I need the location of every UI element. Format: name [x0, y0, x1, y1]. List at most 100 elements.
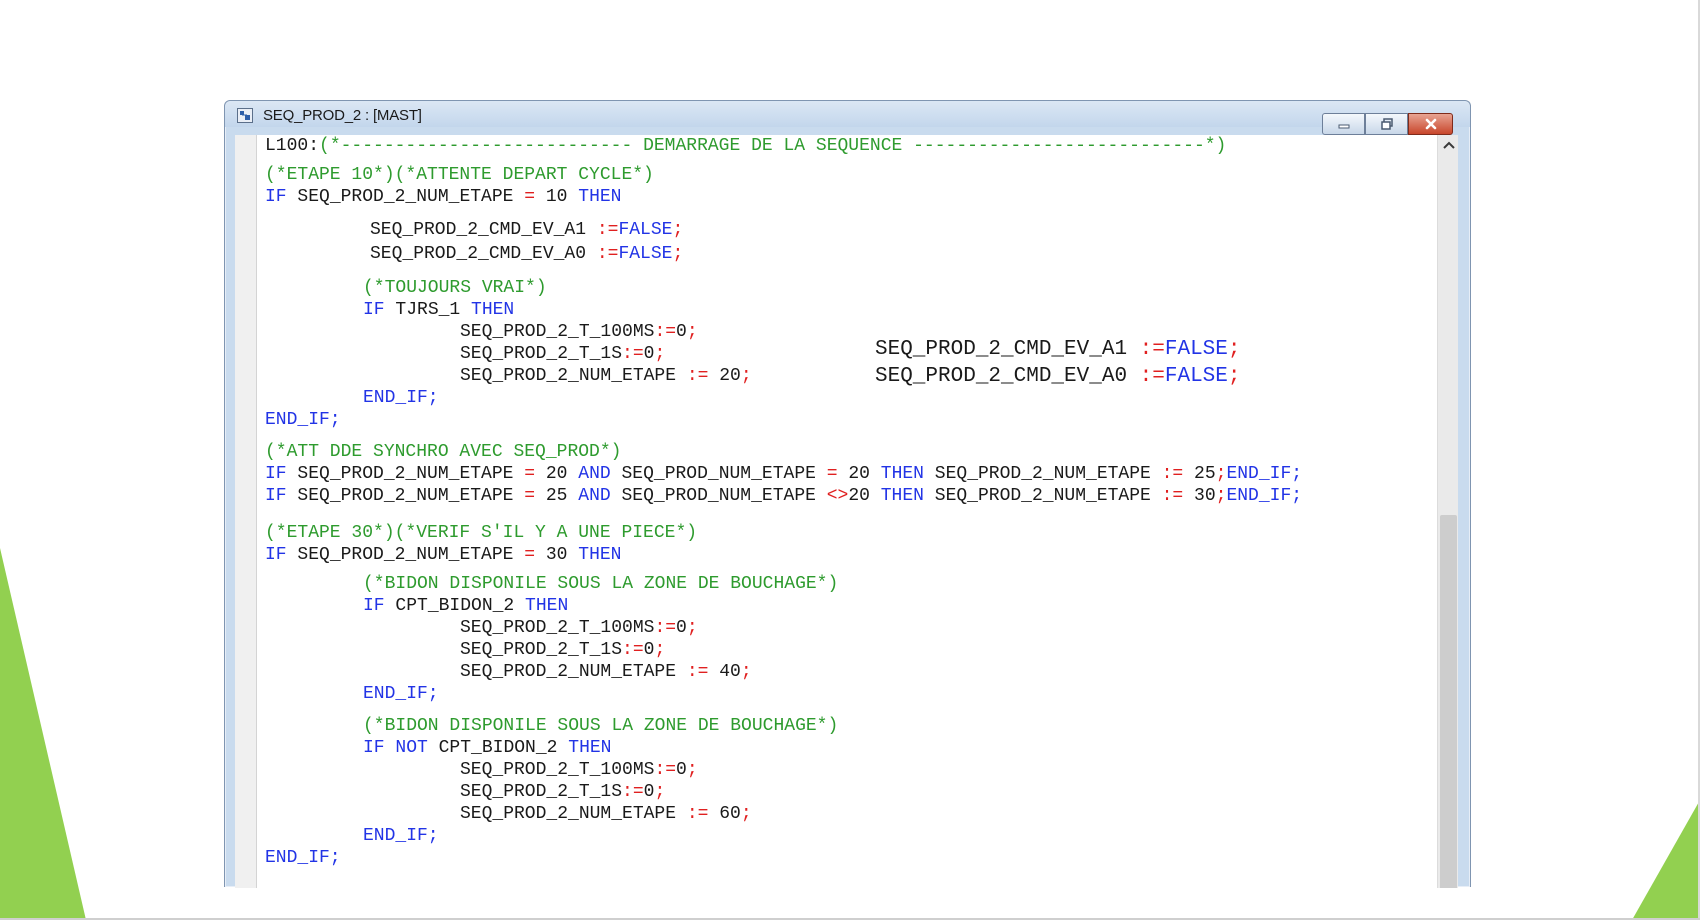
keyword: FALSE — [618, 244, 673, 264]
operator: ; — [740, 366, 752, 386]
identifier: TJRS_1 — [384, 300, 472, 320]
operator: ; — [654, 782, 666, 802]
operator: ; — [1215, 464, 1227, 484]
identifier: SEQ_PROD_2_T_1S — [460, 344, 623, 364]
label: L100: — [265, 136, 320, 156]
restore-button[interactable] — [1365, 113, 1408, 135]
keyword: THEN — [578, 187, 622, 207]
identifier: SEQ_PROD_2_NUM_ETAPE — [923, 486, 1162, 506]
code-line: SEQ_PROD_2_NUM_ETAPE := 20; — [460, 365, 752, 387]
code-line: SEQ_PROD_2_CMD_EV_A0 :=FALSE; — [370, 243, 683, 265]
keyword: END_IF; — [363, 826, 439, 846]
code-line: (*ATT DDE SYNCHRO AVEC SEQ_PROD*) — [265, 441, 621, 463]
vertical-scrollbar[interactable] — [1437, 135, 1458, 888]
identifier: SEQ_PROD_2_NUM_ETAPE — [460, 804, 687, 824]
code-line: END_IF; — [363, 387, 439, 409]
identifier: SEQ_PROD_2_NUM_ETAPE — [460, 662, 687, 682]
operator: ; — [672, 220, 684, 240]
operator: = — [524, 486, 536, 506]
code-line: END_IF; — [265, 409, 341, 431]
code-line: SEQ_PROD_2_NUM_ETAPE := 60; — [460, 803, 752, 825]
code-line: SEQ_PROD_2_T_100MS:=0; — [460, 321, 698, 343]
code-line: (*BIDON DISPONILE SOUS LA ZONE DE BOUCHA… — [363, 573, 838, 595]
code-line: END_IF; — [363, 683, 439, 705]
code-line: IF NOT CPT_BIDON_2 THEN — [363, 737, 611, 759]
close-icon — [1425, 118, 1436, 130]
number: 20 — [837, 464, 881, 484]
keyword: NOT — [384, 738, 428, 758]
operator: ; — [686, 618, 698, 638]
operator: := — [622, 640, 644, 660]
number: 30 — [535, 545, 579, 565]
operator: ; — [1215, 486, 1227, 506]
code-line: IF SEQ_PROD_2_NUM_ETAPE = 30 THEN — [265, 544, 622, 566]
code-line: SEQ_PROD_2_NUM_ETAPE := 40; — [460, 661, 752, 683]
operator: := — [622, 344, 644, 364]
number: 20 — [848, 486, 881, 506]
operator: := — [1161, 464, 1184, 484]
keyword: THEN — [578, 545, 622, 565]
keyword: IF — [265, 464, 287, 484]
window-title: SEQ_PROD_2 : [MAST] — [263, 107, 422, 124]
identifier: SEQ_PROD_2_T_100MS — [460, 322, 655, 342]
identifier: SEQ_PROD_2_NUM_ETAPE — [286, 464, 525, 484]
keyword: THEN — [568, 738, 612, 758]
code-line: (*ETAPE 30*)(*VERIF S'IL Y A UNE PIECE*) — [265, 522, 697, 544]
keyword: THEN — [471, 300, 515, 320]
identifier: SEQ_PROD_2_T_1S — [460, 782, 623, 802]
title-bar[interactable]: SEQ_PROD_2 : [MAST] — [225, 101, 1470, 127]
operator: = — [524, 464, 536, 484]
comment: (*ATT DDE SYNCHRO AVEC SEQ_PROD*) — [265, 442, 622, 462]
code-line: SEQ_PROD_2_T_100MS:=0; — [460, 759, 698, 781]
code-line: IF CPT_BIDON_2 THEN — [363, 595, 568, 617]
operator: ; — [686, 322, 698, 342]
identifier: CPT_BIDON_2 — [427, 738, 569, 758]
close-button[interactable] — [1408, 113, 1453, 135]
identifier: SEQ_PROD_NUM_ETAPE — [610, 464, 827, 484]
identifier: SEQ_PROD_2_NUM_ETAPE — [286, 187, 525, 207]
number: 0 — [676, 760, 687, 780]
identifier: SEQ_PROD_2_CMD_EV_A1 — [875, 338, 1140, 361]
operator: := — [1139, 365, 1165, 388]
number: 0 — [676, 618, 687, 638]
number: 0 — [643, 640, 655, 660]
number: 10 — [535, 187, 579, 207]
overlay-code-line: SEQ_PROD_2_CMD_EV_A1 :=FALSE; — [875, 339, 1241, 365]
code-line: SEQ_PROD_2_T_1S:=0; — [460, 781, 665, 803]
operator: ; — [740, 804, 752, 824]
operator: := — [654, 760, 677, 780]
comment: (*TOUJOURS VRAI*) — [363, 278, 547, 298]
code-line: IF SEQ_PROD_2_NUM_ETAPE = 20 AND SEQ_PRO… — [265, 463, 1302, 485]
keyword: FALSE — [1164, 338, 1228, 361]
keyword: END_IF; — [1226, 464, 1303, 484]
keyword: FALSE — [618, 220, 673, 240]
keyword: END_IF; — [265, 410, 341, 430]
identifier: SEQ_PROD_2_T_100MS — [460, 760, 655, 780]
code-line: IF TJRS_1 THEN — [363, 299, 514, 321]
code-line: SEQ_PROD_2_CMD_EV_A1 :=FALSE; — [370, 219, 683, 241]
code-line: END_IF; — [265, 847, 341, 869]
operator: := — [1161, 486, 1184, 506]
keyword: IF — [265, 187, 287, 207]
identifier: SEQ_PROD_2_NUM_ETAPE — [286, 545, 525, 565]
code-line: SEQ_PROD_2_T_1S:=0; — [460, 343, 665, 365]
identifier: SEQ_PROD_2_CMD_EV_A1 — [370, 220, 597, 240]
identifier: SEQ_PROD_2_NUM_ETAPE — [923, 464, 1162, 484]
keyword: IF — [265, 545, 287, 565]
identifier: SEQ_PROD_2_T_100MS — [460, 618, 655, 638]
scroll-up-button[interactable] — [1438, 135, 1458, 155]
operator: := — [1139, 338, 1165, 361]
code-line: L100:(*--------------------------- DEMAR… — [265, 135, 1226, 157]
number: 40 — [708, 662, 741, 682]
minimize-button[interactable] — [1322, 113, 1365, 135]
green-triangle-decoration — [0, 548, 86, 920]
scroll-thumb[interactable] — [1440, 515, 1457, 888]
restore-icon — [1380, 118, 1393, 130]
code-line: (*ETAPE 10*)(*ATTENTE DEPART CYCLE*) — [265, 164, 654, 186]
comment: (*BIDON DISPONILE SOUS LA ZONE DE BOUCHA… — [363, 716, 839, 736]
code-editor[interactable]: L100:(*--------------------------- DEMAR… — [235, 135, 1458, 888]
operator: := — [622, 782, 644, 802]
operator: := — [654, 618, 677, 638]
operator: := — [596, 220, 619, 240]
code-area[interactable]: L100:(*--------------------------- DEMAR… — [235, 135, 1435, 888]
